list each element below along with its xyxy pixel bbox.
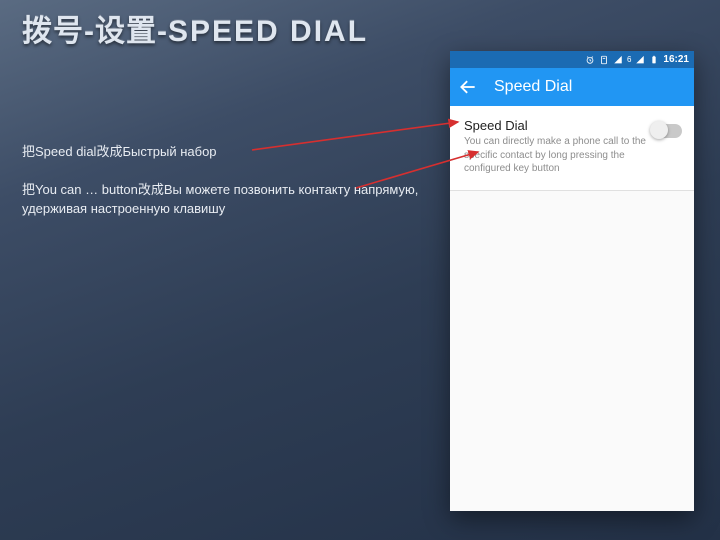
speed-dial-row[interactable]: Speed Dial You can directly make a phone… xyxy=(450,106,694,191)
signal-icon xyxy=(613,55,623,65)
signal-level: 6 xyxy=(627,55,631,64)
instruction-line-2: 把You can … button改成Вы можете позвонить к… xyxy=(22,180,422,219)
slide-title-prefix: 拨号-设置- xyxy=(22,15,168,48)
speed-dial-subtitle: You can directly make a phone call to th… xyxy=(464,135,652,176)
signal-2-icon xyxy=(635,55,645,65)
speed-dial-text: Speed Dial You can directly make a phone… xyxy=(464,118,652,176)
phone-screenshot: 6 16:21 Speed Dial Speed Dial You can di… xyxy=(450,51,694,511)
appbar-title: Speed Dial xyxy=(494,78,572,96)
instruction-block: 把Speed dial改成Быстрый набор 把You can … bu… xyxy=(22,142,422,237)
app-bar: Speed Dial xyxy=(450,68,694,106)
back-icon[interactable] xyxy=(458,77,478,97)
alarm-icon xyxy=(585,55,595,65)
status-bar: 6 16:21 xyxy=(450,51,694,68)
status-time: 16:21 xyxy=(663,54,689,65)
speed-dial-toggle[interactable] xyxy=(652,124,682,138)
battery-icon xyxy=(649,55,659,65)
slide-title-latin: SPEED DIAL xyxy=(168,15,368,48)
speed-dial-title: Speed Dial xyxy=(464,118,652,133)
slide: 拨号-设置-SPEED DIAL 把Speed dial改成Быстрый на… xyxy=(0,0,720,540)
slide-title: 拨号-设置-SPEED DIAL xyxy=(22,6,368,50)
orientation-icon xyxy=(599,55,609,65)
instruction-line-1: 把Speed dial改成Быстрый набор xyxy=(22,142,422,162)
